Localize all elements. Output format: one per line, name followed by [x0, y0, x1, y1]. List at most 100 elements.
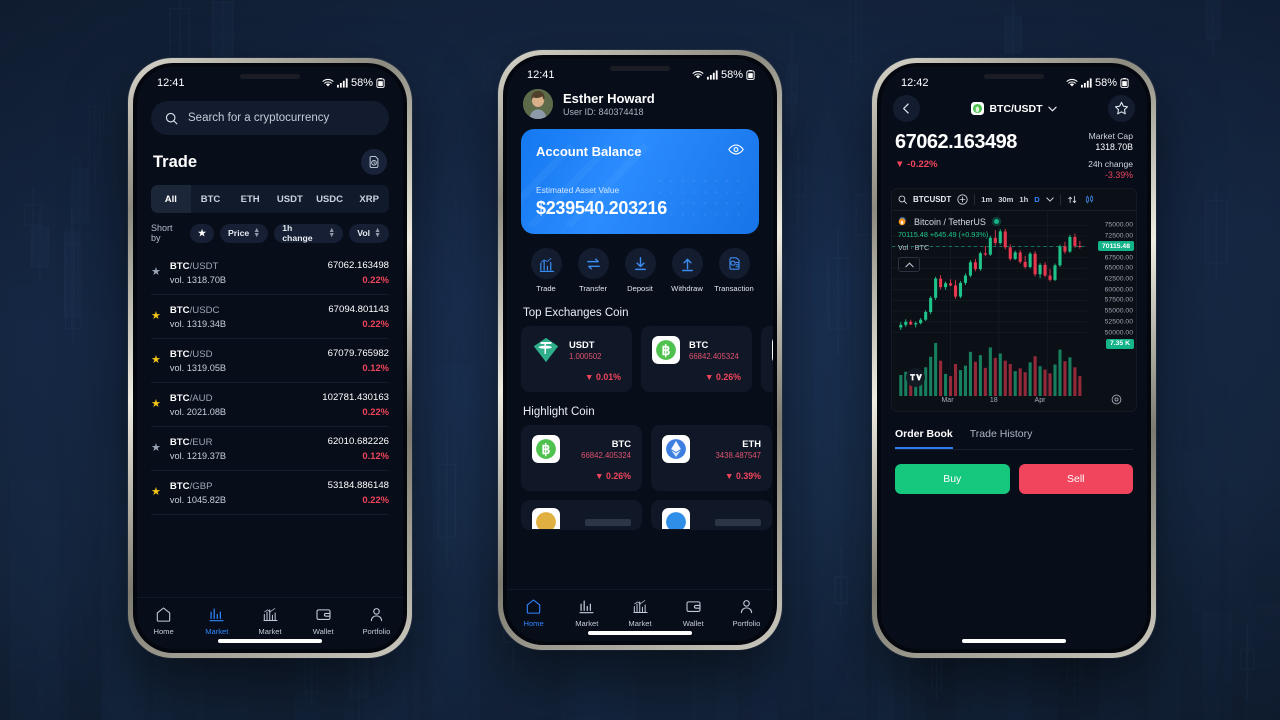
chart-toolbar[interactable]: BTCUSDT 1m 30m 1h D [892, 189, 1136, 211]
time-axis: Mar 18 Apr [892, 396, 1089, 411]
coin-card-eth[interactable]: ETH 3438.487547 ▼ 0.39% [651, 425, 772, 491]
table-row[interactable]: ★ BTC/USDT vol. 1318.70B 67062.163498 0.22% [151, 251, 389, 295]
coin-card-btc[interactable]: ฿ BTC 66842.405324 ▼ 0.26% [641, 326, 752, 392]
table-row[interactable]: ★ BTC/EUR vol. 1219.37B 62010.682226 0.12% [151, 427, 389, 471]
sort-pill-price[interactable]: Price ▲ ▼ [220, 223, 269, 243]
coin-card-usdt[interactable]: USDT 1.000502 ▼ 0.01% [521, 326, 632, 392]
tab-xrp[interactable]: XRP [349, 185, 389, 213]
table-row[interactable]: ★ BTC/AUD vol. 2021.08B 102781.430163 0.22% [151, 383, 389, 427]
market-tabs[interactable]: All BTC ETH USDT USDC XRP [151, 185, 389, 213]
nav-item-home-0[interactable]: Home [507, 598, 560, 628]
sort-label: Short by [151, 223, 173, 243]
coin-card-partial[interactable] [761, 326, 773, 392]
nav-item-label: Market [205, 627, 229, 636]
table-row[interactable]: ★ BTC/USDC vol. 1319.34B 67094.801143 0.22% [151, 295, 389, 339]
battery-icon [1120, 78, 1129, 88]
coin-pair: BTC/USD [169, 348, 213, 360]
candlestick-icon[interactable] [1084, 194, 1095, 205]
nav-item-portfolio-4[interactable]: Portfolio [720, 598, 773, 628]
tab-usdc[interactable]: USDC [310, 185, 350, 213]
nav-item-market-1[interactable]: Market [190, 606, 243, 636]
interval-D[interactable]: D [1034, 195, 1039, 204]
coin-list[interactable]: ★ BTC/USDT vol. 1318.70B 67062.163498 0.22% ★… [137, 251, 403, 597]
tab-btc[interactable]: BTC [191, 185, 231, 213]
nav-item-market-1[interactable]: Market [560, 598, 613, 628]
down-triangle-icon: ▼ [895, 159, 905, 170]
sort-pill-favorite[interactable]: ★ [189, 223, 215, 243]
nav-item-wallet-3[interactable]: Wallet [667, 598, 720, 628]
action-transaction[interactable]: Transaction [712, 248, 756, 293]
interval-1m[interactable]: 1m [981, 195, 992, 204]
tab-usdt[interactable]: USDT [270, 185, 310, 213]
tab-all[interactable]: All [151, 185, 191, 213]
quick-actions[interactable]: Trade Transfer Deposit Withdraw Transaction [507, 234, 773, 293]
top-exchanges-row[interactable]: USDT 1.000502 ▼ 0.01% ฿ BTC 66842.405324 ▼ 0.2… [507, 326, 773, 392]
chart-symbol[interactable]: BTCUSDT [913, 195, 951, 204]
search-input[interactable]: Search for a cryptocurrency [151, 101, 389, 135]
eye-icon[interactable] [728, 142, 744, 160]
star-icon[interactable]: ★ [151, 355, 161, 366]
star-icon[interactable]: ★ [151, 267, 161, 278]
buy-button[interactable]: Buy [895, 464, 1010, 494]
nav-item-label: Market [575, 619, 599, 628]
chart-plot[interactable]: ฿ Bitcoin / TetherUS 70115.48 +645.49 (+… [892, 211, 1136, 411]
action-transfer[interactable]: Transfer [571, 248, 615, 293]
profile-header[interactable]: Esther Howard User ID: 840374418 [507, 85, 773, 129]
star-outline-icon[interactable] [1108, 95, 1135, 122]
trend-chart-icon [633, 599, 647, 614]
home-indicator [588, 631, 692, 635]
coin-icon-partial [532, 508, 560, 529]
highlight-row-partial[interactable] [507, 500, 773, 530]
top-exchanges-title: Top Exchanges Coin [523, 307, 629, 319]
table-row[interactable]: ★ BTC/USD vol. 1319.05B 67079.765982 0.12% [151, 339, 389, 383]
interval-1h[interactable]: 1h [1019, 195, 1028, 204]
coin-card-btc[interactable]: ฿ BTC 66842.405324 ▼ 0.26% [521, 425, 642, 491]
transfer-arrows-icon [586, 258, 600, 270]
sort-arrows-icon: ▲ ▼ [253, 227, 261, 239]
pair-selector[interactable]: ฿ BTC/USDT [971, 102, 1057, 115]
chevron-down-icon[interactable] [1046, 197, 1054, 202]
user-id: User ID: 840374418 [563, 107, 644, 117]
indicator-icon[interactable] [1067, 194, 1078, 205]
tab-order-book[interactable]: Order Book [895, 428, 953, 449]
settings-icon[interactable] [1111, 392, 1122, 410]
coin-change: 0.12% [362, 450, 389, 461]
trend-chart-icon [263, 607, 277, 622]
star-icon[interactable]: ★ [151, 311, 161, 322]
interval-30m[interactable]: 30m [998, 195, 1013, 204]
table-row[interactable]: ★ BTC/GBP vol. 1045.82B 53184.886148 0.22% [151, 471, 389, 515]
nav-item-wallet-3[interactable]: Wallet [297, 606, 350, 636]
plus-circle-icon[interactable] [957, 194, 968, 205]
account-balance-card[interactable]: Account Balance Estimated Asset Value $2… [521, 129, 759, 234]
tab-eth[interactable]: ETH [230, 185, 270, 213]
collapse-toggle[interactable] [898, 257, 920, 272]
chart-volume-label: Vol · BTC [898, 243, 930, 252]
star-icon[interactable]: ★ [151, 443, 161, 454]
action-trade[interactable]: Trade [524, 248, 568, 293]
coin-pair: BTC/GBP [169, 480, 213, 492]
coin-card-partial-row[interactable] [521, 500, 642, 530]
trade-buttons[interactable]: Buy Sell [881, 450, 1147, 494]
coin-values: 53184.886148 0.22% [328, 480, 389, 505]
nav-item-portfolio-4[interactable]: Portfolio [350, 606, 403, 636]
nav-item-home-0[interactable]: Home [137, 606, 190, 636]
action-withdraw[interactable]: Withdraw [665, 248, 709, 293]
coin-card-partial-row[interactable] [651, 500, 772, 530]
nav-item-market-2[interactable]: Market [613, 598, 666, 628]
back-arrow-icon[interactable] [893, 95, 920, 122]
history-document-icon[interactable] [361, 149, 387, 175]
y-tick-5: 62500.00 [1104, 275, 1133, 283]
sell-button[interactable]: Sell [1018, 464, 1133, 494]
sort-pill-1h-change[interactable]: 1h change ▲ ▼ [274, 223, 344, 243]
star-icon[interactable]: ★ [151, 487, 161, 498]
action-deposit[interactable]: Deposit [618, 248, 662, 293]
sort-pill-vol[interactable]: Vol ▲ ▼ [349, 223, 389, 243]
tab-trade-history[interactable]: Trade History [970, 428, 1033, 449]
search-icon[interactable] [898, 195, 907, 204]
tradingview-chart[interactable]: BTCUSDT 1m 30m 1h D ฿ Bitcoin / TetherUS [891, 188, 1137, 412]
orderbook-tabs[interactable]: Order Book Trade History [881, 412, 1147, 449]
y-tick-7: 57500.00 [1104, 296, 1133, 304]
star-icon[interactable]: ★ [151, 399, 161, 410]
highlight-row[interactable]: ฿ BTC 66842.405324 ▼ 0.26% ETH 3438.487547 ▼ 0… [507, 425, 773, 491]
nav-item-market-2[interactable]: Market [243, 606, 296, 636]
